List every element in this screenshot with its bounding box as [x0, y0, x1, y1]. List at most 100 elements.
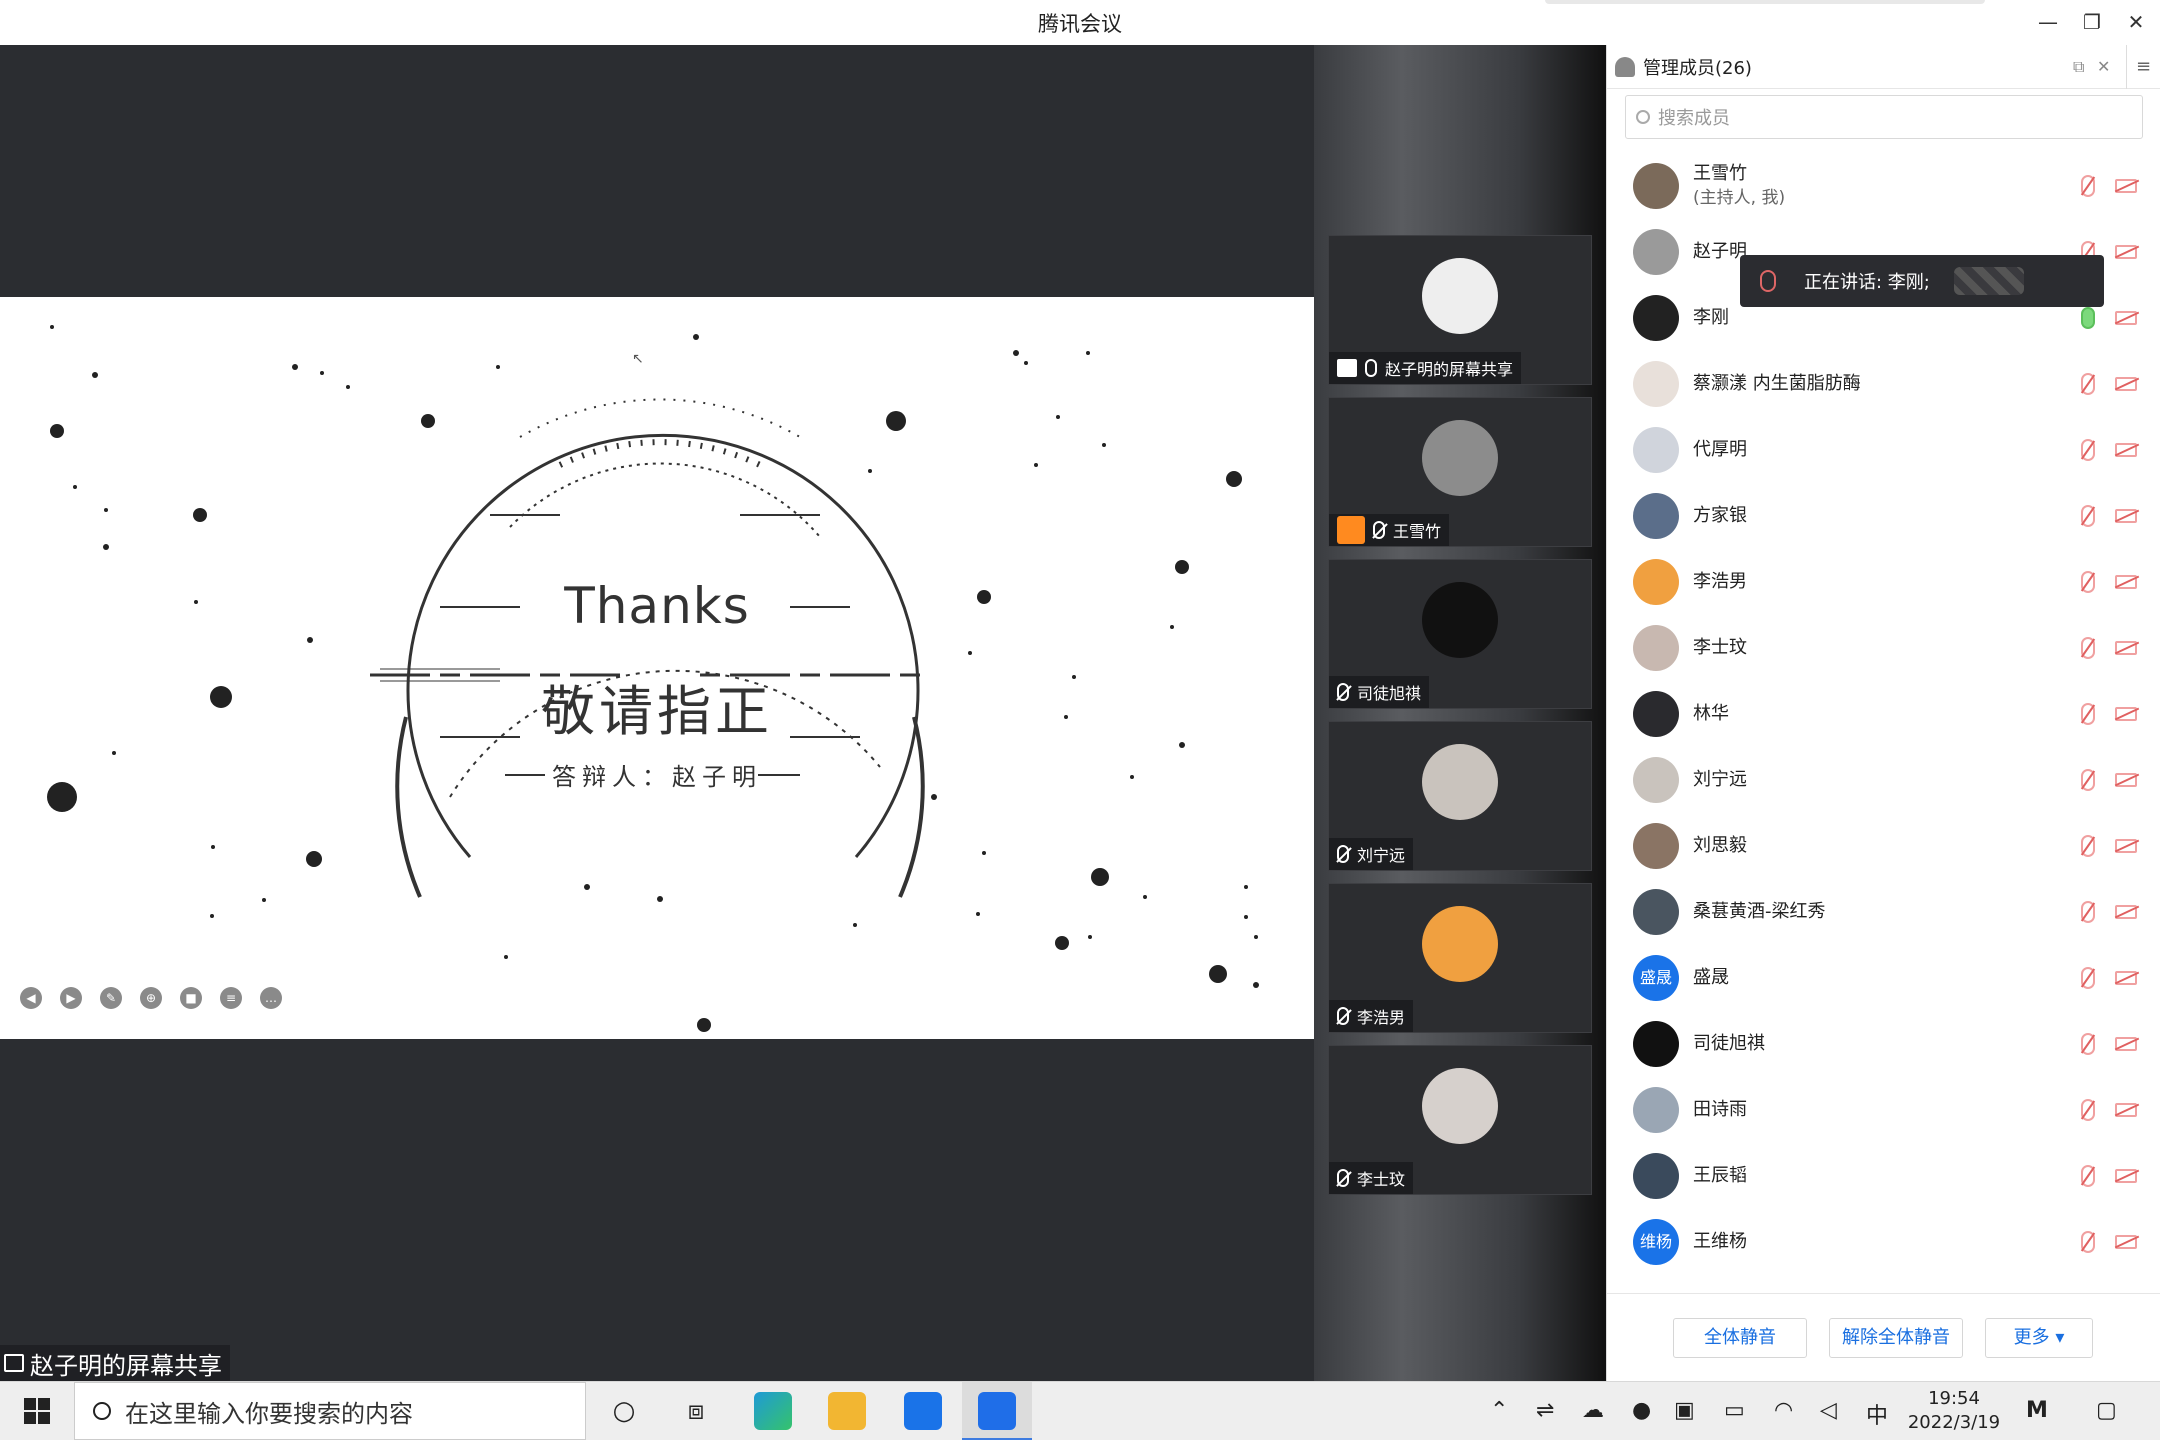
next-slide-icon[interactable]: ▶	[60, 987, 82, 1009]
thumbnail-name-text: 刘宁远	[1357, 846, 1406, 865]
file-explorer-icon[interactable]	[828, 1392, 866, 1430]
onedrive-icon[interactable]: ☁	[1582, 1398, 1604, 1423]
member-row[interactable]: 李士玟	[1607, 615, 2160, 681]
mic-muted-icon[interactable]	[2081, 901, 2095, 923]
windows-start-icon[interactable]	[24, 1398, 50, 1424]
members-icon	[1615, 56, 1635, 77]
member-row[interactable]: 王雪竹 (主持人, 我)	[1607, 153, 2160, 219]
edge-browser-icon[interactable]	[754, 1392, 792, 1430]
camera-off-icon[interactable]	[2115, 641, 2137, 655]
popout-icon[interactable]: ⧉	[2073, 57, 2084, 77]
screen-share-icon	[1337, 359, 1357, 377]
camera-off-icon[interactable]	[2115, 839, 2137, 853]
mail-icon[interactable]	[904, 1392, 942, 1430]
mute-all-button[interactable]: 全体静音	[1673, 1318, 1807, 1358]
close-button[interactable]: ✕	[2118, 6, 2154, 38]
mic-muted-icon[interactable]	[2081, 769, 2095, 791]
camera-off-icon[interactable]	[2115, 509, 2137, 523]
thumbnail-tile[interactable]: 赵子明的屏幕共享	[1328, 235, 1592, 385]
mic-muted-icon[interactable]	[2081, 967, 2095, 989]
mic-muted-icon[interactable]	[2081, 175, 2095, 197]
avatar	[1633, 625, 1679, 671]
mic-muted-icon[interactable]	[2081, 373, 2095, 395]
thumbnail-tile[interactable]: 司徒旭祺	[1328, 559, 1592, 709]
tencent-meeting-taskbar-button[interactable]	[962, 1382, 1032, 1440]
mic-muted-icon[interactable]	[2081, 1033, 2095, 1055]
thumbnail-tile[interactable]: 刘宁远	[1328, 721, 1592, 871]
taskbar-search-input[interactable]: 在这里输入你要搜索的内容	[74, 1382, 586, 1440]
member-row[interactable]: 维杨 王维杨	[1607, 1209, 2160, 1275]
camera-off-icon[interactable]	[2115, 311, 2137, 325]
member-row[interactable]: 刘思毅	[1607, 813, 2160, 879]
member-search-input[interactable]: 搜索成员	[1625, 95, 2143, 139]
mic-muted-icon[interactable]	[2081, 835, 2095, 857]
camera-off-icon[interactable]	[2115, 179, 2137, 193]
camera-off-icon[interactable]	[2115, 377, 2137, 391]
mic-muted-icon[interactable]	[2081, 505, 2095, 527]
avatar	[1633, 427, 1679, 473]
member-row[interactable]: 蔡灏漾 内生菌脂肪酶	[1607, 351, 2160, 417]
close-panel-icon[interactable]: ✕	[2097, 57, 2110, 76]
mic-on-icon[interactable]	[2081, 307, 2095, 329]
member-row[interactable]: 王辰韬	[1607, 1143, 2160, 1209]
camera-off-icon[interactable]	[2115, 1235, 2137, 1249]
thumbnail-name: 王雪竹	[1329, 514, 1450, 546]
panel-menu-icon[interactable]: ≡	[2126, 45, 2160, 89]
mic-muted-icon[interactable]	[2081, 637, 2095, 659]
member-row[interactable]: 田诗雨	[1607, 1077, 2160, 1143]
member-row[interactable]: 代厚明	[1607, 417, 2160, 483]
camera-off-icon[interactable]	[2115, 1037, 2137, 1051]
mic-muted-icon[interactable]	[2081, 439, 2095, 461]
ime-indicator[interactable]: 中	[1866, 1398, 1888, 1430]
task-view-icon[interactable]: ⧈	[678, 1394, 714, 1428]
mic-muted-icon[interactable]	[2081, 1165, 2095, 1187]
more-button[interactable]: 更多 ▾	[1985, 1318, 2093, 1358]
thumbnail-tile[interactable]: 李士玟	[1328, 1045, 1592, 1195]
pen-icon[interactable]: ✎	[100, 987, 122, 1009]
camera-off-icon[interactable]	[2115, 245, 2137, 259]
camera-off-icon[interactable]	[2115, 707, 2137, 721]
notifications-icon[interactable]: ▢	[2096, 1398, 2117, 1423]
camera-off-icon[interactable]	[2115, 773, 2137, 787]
wifi-icon[interactable]: ◠	[1774, 1398, 1793, 1423]
camera-off-icon[interactable]	[2115, 1169, 2137, 1183]
volume-icon[interactable]: ◁	[1820, 1398, 1837, 1423]
subtitle-icon[interactable]: ≡	[220, 987, 242, 1009]
screen-capture-icon[interactable]: ▣	[1674, 1398, 1695, 1423]
microphone-icon[interactable]: ●	[1632, 1398, 1651, 1423]
app-tray-icon[interactable]: M	[2026, 1398, 2048, 1423]
member-row[interactable]: 刘宁远	[1607, 747, 2160, 813]
thumbnail-tile[interactable]: 王雪竹	[1328, 397, 1592, 547]
member-row[interactable]: 桑葚黄酒-梁红秀	[1607, 879, 2160, 945]
more-options-icon[interactable]: …	[260, 987, 282, 1009]
mic-muted-icon[interactable]	[2081, 1099, 2095, 1121]
mic-muted-icon[interactable]	[2081, 1231, 2095, 1253]
restore-button[interactable]: ❐	[2074, 6, 2110, 38]
camera-icon[interactable]: ■	[180, 987, 202, 1009]
member-row[interactable]: 林华	[1607, 681, 2160, 747]
taskbar-clock[interactable]: 19:54 2022/3/19	[1894, 1387, 2014, 1435]
camera-off-icon[interactable]	[2115, 905, 2137, 919]
member-row[interactable]: 李浩男	[1607, 549, 2160, 615]
minimize-button[interactable]: —	[2030, 6, 2066, 38]
cortana-icon[interactable]: ○	[606, 1394, 642, 1428]
mic-muted-icon[interactable]	[2081, 571, 2095, 593]
member-name-text: 司徒旭祺	[1693, 1033, 1765, 1054]
battery-icon[interactable]: ▭	[1724, 1398, 1745, 1423]
zoom-icon[interactable]: ⊕	[140, 987, 162, 1009]
slide-presenter: 答辩人：赵子明	[552, 763, 762, 791]
camera-off-icon[interactable]	[2115, 1103, 2137, 1117]
prev-slide-icon[interactable]: ◀	[20, 987, 42, 1009]
mic-muted-icon[interactable]	[2081, 703, 2095, 725]
member-row[interactable]: 盛晟 盛晟	[1607, 945, 2160, 1011]
shared-slide[interactable]: Thanks 敬请指正 答辩人：赵子明 ◀ ▶ ✎ ⊕ ■ ≡ …	[0, 297, 1314, 1039]
camera-off-icon[interactable]	[2115, 443, 2137, 457]
camera-off-icon[interactable]	[2115, 971, 2137, 985]
settings-sliders-icon[interactable]: ⇌	[1536, 1398, 1554, 1423]
member-row[interactable]: 方家银	[1607, 483, 2160, 549]
show-hidden-icons-icon[interactable]: ⌃	[1490, 1398, 1508, 1423]
unmute-all-button[interactable]: 解除全体静音	[1829, 1318, 1963, 1358]
thumbnail-tile[interactable]: 李浩男	[1328, 883, 1592, 1033]
member-row[interactable]: 司徒旭祺	[1607, 1011, 2160, 1077]
camera-off-icon[interactable]	[2115, 575, 2137, 589]
